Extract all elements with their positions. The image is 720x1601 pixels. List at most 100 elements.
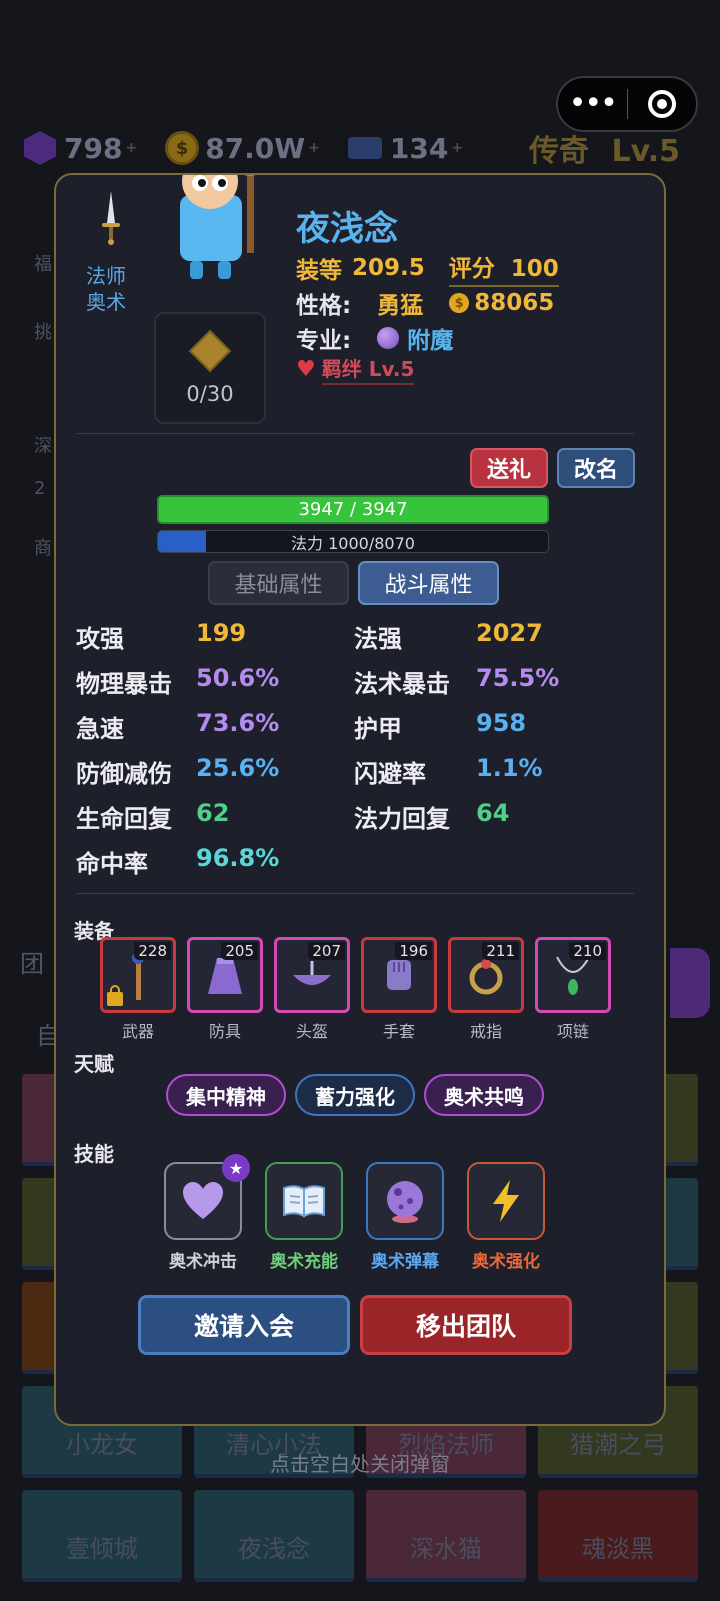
stat-value: 1.1%	[476, 754, 543, 782]
skill-name: 奥术弹幕	[371, 1252, 439, 1272]
profession-label: 专业:	[296, 328, 352, 354]
hero-coin-value: 88065	[474, 290, 555, 316]
gold-coin-icon: $	[165, 131, 200, 165]
gem-count: 798	[64, 131, 123, 165]
token-icon	[188, 329, 232, 373]
personality-label: 性格:	[296, 293, 352, 319]
lock-icon	[107, 985, 123, 1006]
talent-tag[interactable]: 集中精神	[166, 1074, 286, 1116]
equipment-slot[interactable]: 196	[361, 937, 437, 1013]
score-label: 评分	[448, 256, 495, 282]
stat-value: 64	[476, 799, 510, 827]
token-box[interactable]: 0/30	[154, 312, 266, 424]
talent-tag[interactable]: 蓄力强化	[295, 1074, 415, 1116]
bond-row[interactable]: ♥ 羁绊 Lv.5	[296, 353, 415, 385]
profession-row: 专业: 附魔	[296, 321, 453, 355]
stat-value: 958	[476, 709, 527, 737]
hat-icon	[291, 959, 333, 997]
equipment-level: 196	[395, 942, 432, 960]
equipment-level: 210	[569, 942, 606, 960]
gear-label: 装等	[296, 258, 342, 284]
close-miniprogram-button[interactable]	[628, 90, 697, 118]
side-menu-item[interactable]: 挑	[34, 318, 52, 344]
equipment-slot[interactable]: 207	[274, 937, 350, 1013]
ring-icon	[466, 956, 506, 1000]
bg-tab[interactable]: 团	[20, 944, 44, 979]
gold-resource[interactable]: $ 87.0W +	[165, 131, 320, 165]
ticket-resource[interactable]: 134 +	[347, 131, 463, 165]
personality-row: 性格: 勇猛 $ 88065	[296, 286, 554, 320]
score-link[interactable]: 评分 100	[448, 249, 559, 287]
hero-class: 法师 奥术	[78, 263, 134, 315]
equipment-level: 228	[134, 942, 171, 960]
stat-label: 法强	[354, 625, 402, 653]
score-value: 100	[510, 256, 559, 282]
member-cell[interactable]: 夜浅念	[194, 1490, 354, 1582]
profession-value: 附魔	[407, 328, 454, 354]
equipment-slot[interactable]: 211	[448, 937, 524, 1013]
stat-value: 75.5%	[476, 664, 560, 692]
member-cell[interactable]: 壹倾城	[22, 1490, 182, 1582]
equipment-name: 戒指	[469, 1022, 502, 1041]
robe-icon	[206, 956, 244, 1000]
invite-to-guild-button[interactable]: 邀请入会	[138, 1295, 350, 1355]
target-icon	[647, 90, 676, 118]
member-cell[interactable]: 魂淡黑	[538, 1490, 698, 1582]
tab-basic-stats[interactable]: 基础属性	[208, 561, 349, 605]
rank-level: Lv.5	[611, 134, 681, 169]
bg-purple-button[interactable]	[670, 948, 710, 1018]
hp-bar: 3947 / 3947	[157, 495, 549, 524]
member-cell[interactable]: 深水猫	[366, 1490, 526, 1582]
stat-value: 73.6%	[196, 709, 280, 737]
divider	[76, 893, 634, 894]
skill-arcane-barrage[interactable]	[366, 1162, 444, 1240]
stat-value: 96.8%	[196, 844, 280, 872]
gem-resource[interactable]: 798 +	[24, 131, 137, 165]
more-menu-icon[interactable]: •••	[558, 89, 627, 119]
equipment-slot[interactable]: 205	[187, 937, 263, 1013]
hero-detail-modal: 法师 奥术 0/30 夜浅念 装等 209.5 评分 100 性格: 勇猛 $ …	[54, 173, 666, 1426]
skill-name: 奥术充能	[270, 1252, 338, 1272]
personality-value: 勇猛	[377, 293, 424, 319]
gift-button[interactable]: 送礼	[470, 448, 548, 488]
star-icon: ★	[222, 1154, 250, 1182]
rename-button[interactable]: 改名	[557, 448, 635, 488]
equipment-slot[interactable]: 228	[100, 937, 176, 1013]
equipment-name: 手套	[382, 1022, 415, 1041]
class-line-2: 奥术	[86, 290, 126, 314]
skill-arcane-charge[interactable]	[265, 1162, 343, 1240]
hero-avatar	[180, 175, 256, 279]
remove-from-team-button[interactable]: 移出团队	[360, 1295, 572, 1355]
gold-count: 87.0W	[205, 131, 306, 165]
ticket-count: 134	[389, 131, 449, 165]
equipment-slot[interactable]: 210	[535, 937, 611, 1013]
mana-bar: 法力 1000/8070	[157, 530, 549, 553]
stat-label: 物理暴击	[76, 670, 172, 698]
stat-label: 法力回复	[354, 805, 450, 833]
rank-badge: 传奇 Lv.5	[529, 126, 680, 170]
sword-icon	[102, 191, 120, 245]
gold-coin-icon: $	[449, 293, 470, 313]
stat-label: 生命回复	[76, 805, 172, 833]
glove-icon	[383, 958, 415, 998]
side-menu-item[interactable]: 深	[34, 432, 52, 458]
side-menu-item[interactable]: 福	[34, 250, 52, 276]
talent-tag[interactable]: 奥术共鸣	[424, 1074, 544, 1116]
hero-name: 夜浅念	[296, 209, 398, 249]
bond-level: 羁绊 Lv.5	[321, 353, 415, 385]
equipment-level: 207	[308, 942, 345, 960]
side-menu-item[interactable]: 商	[34, 534, 52, 560]
tab-combat-stats[interactable]: 战斗属性	[358, 561, 499, 605]
equipment-name: 防具	[208, 1022, 241, 1041]
crystal-ball-icon	[387, 1181, 423, 1223]
gear-score-row: 装等 209.5 评分 100	[296, 249, 559, 287]
equipment-name: 头盔	[295, 1022, 328, 1041]
skill-arcane-empower[interactable]	[467, 1162, 545, 1240]
stat-value: 2027	[476, 619, 543, 647]
stat-label: 命中率	[76, 850, 148, 878]
stat-value: 62	[196, 799, 230, 827]
class-line-1: 法师	[86, 264, 126, 288]
stat-label: 闪避率	[354, 760, 426, 788]
heart-icon: ♥	[296, 356, 316, 382]
stat-label: 法术暴击	[354, 670, 450, 698]
